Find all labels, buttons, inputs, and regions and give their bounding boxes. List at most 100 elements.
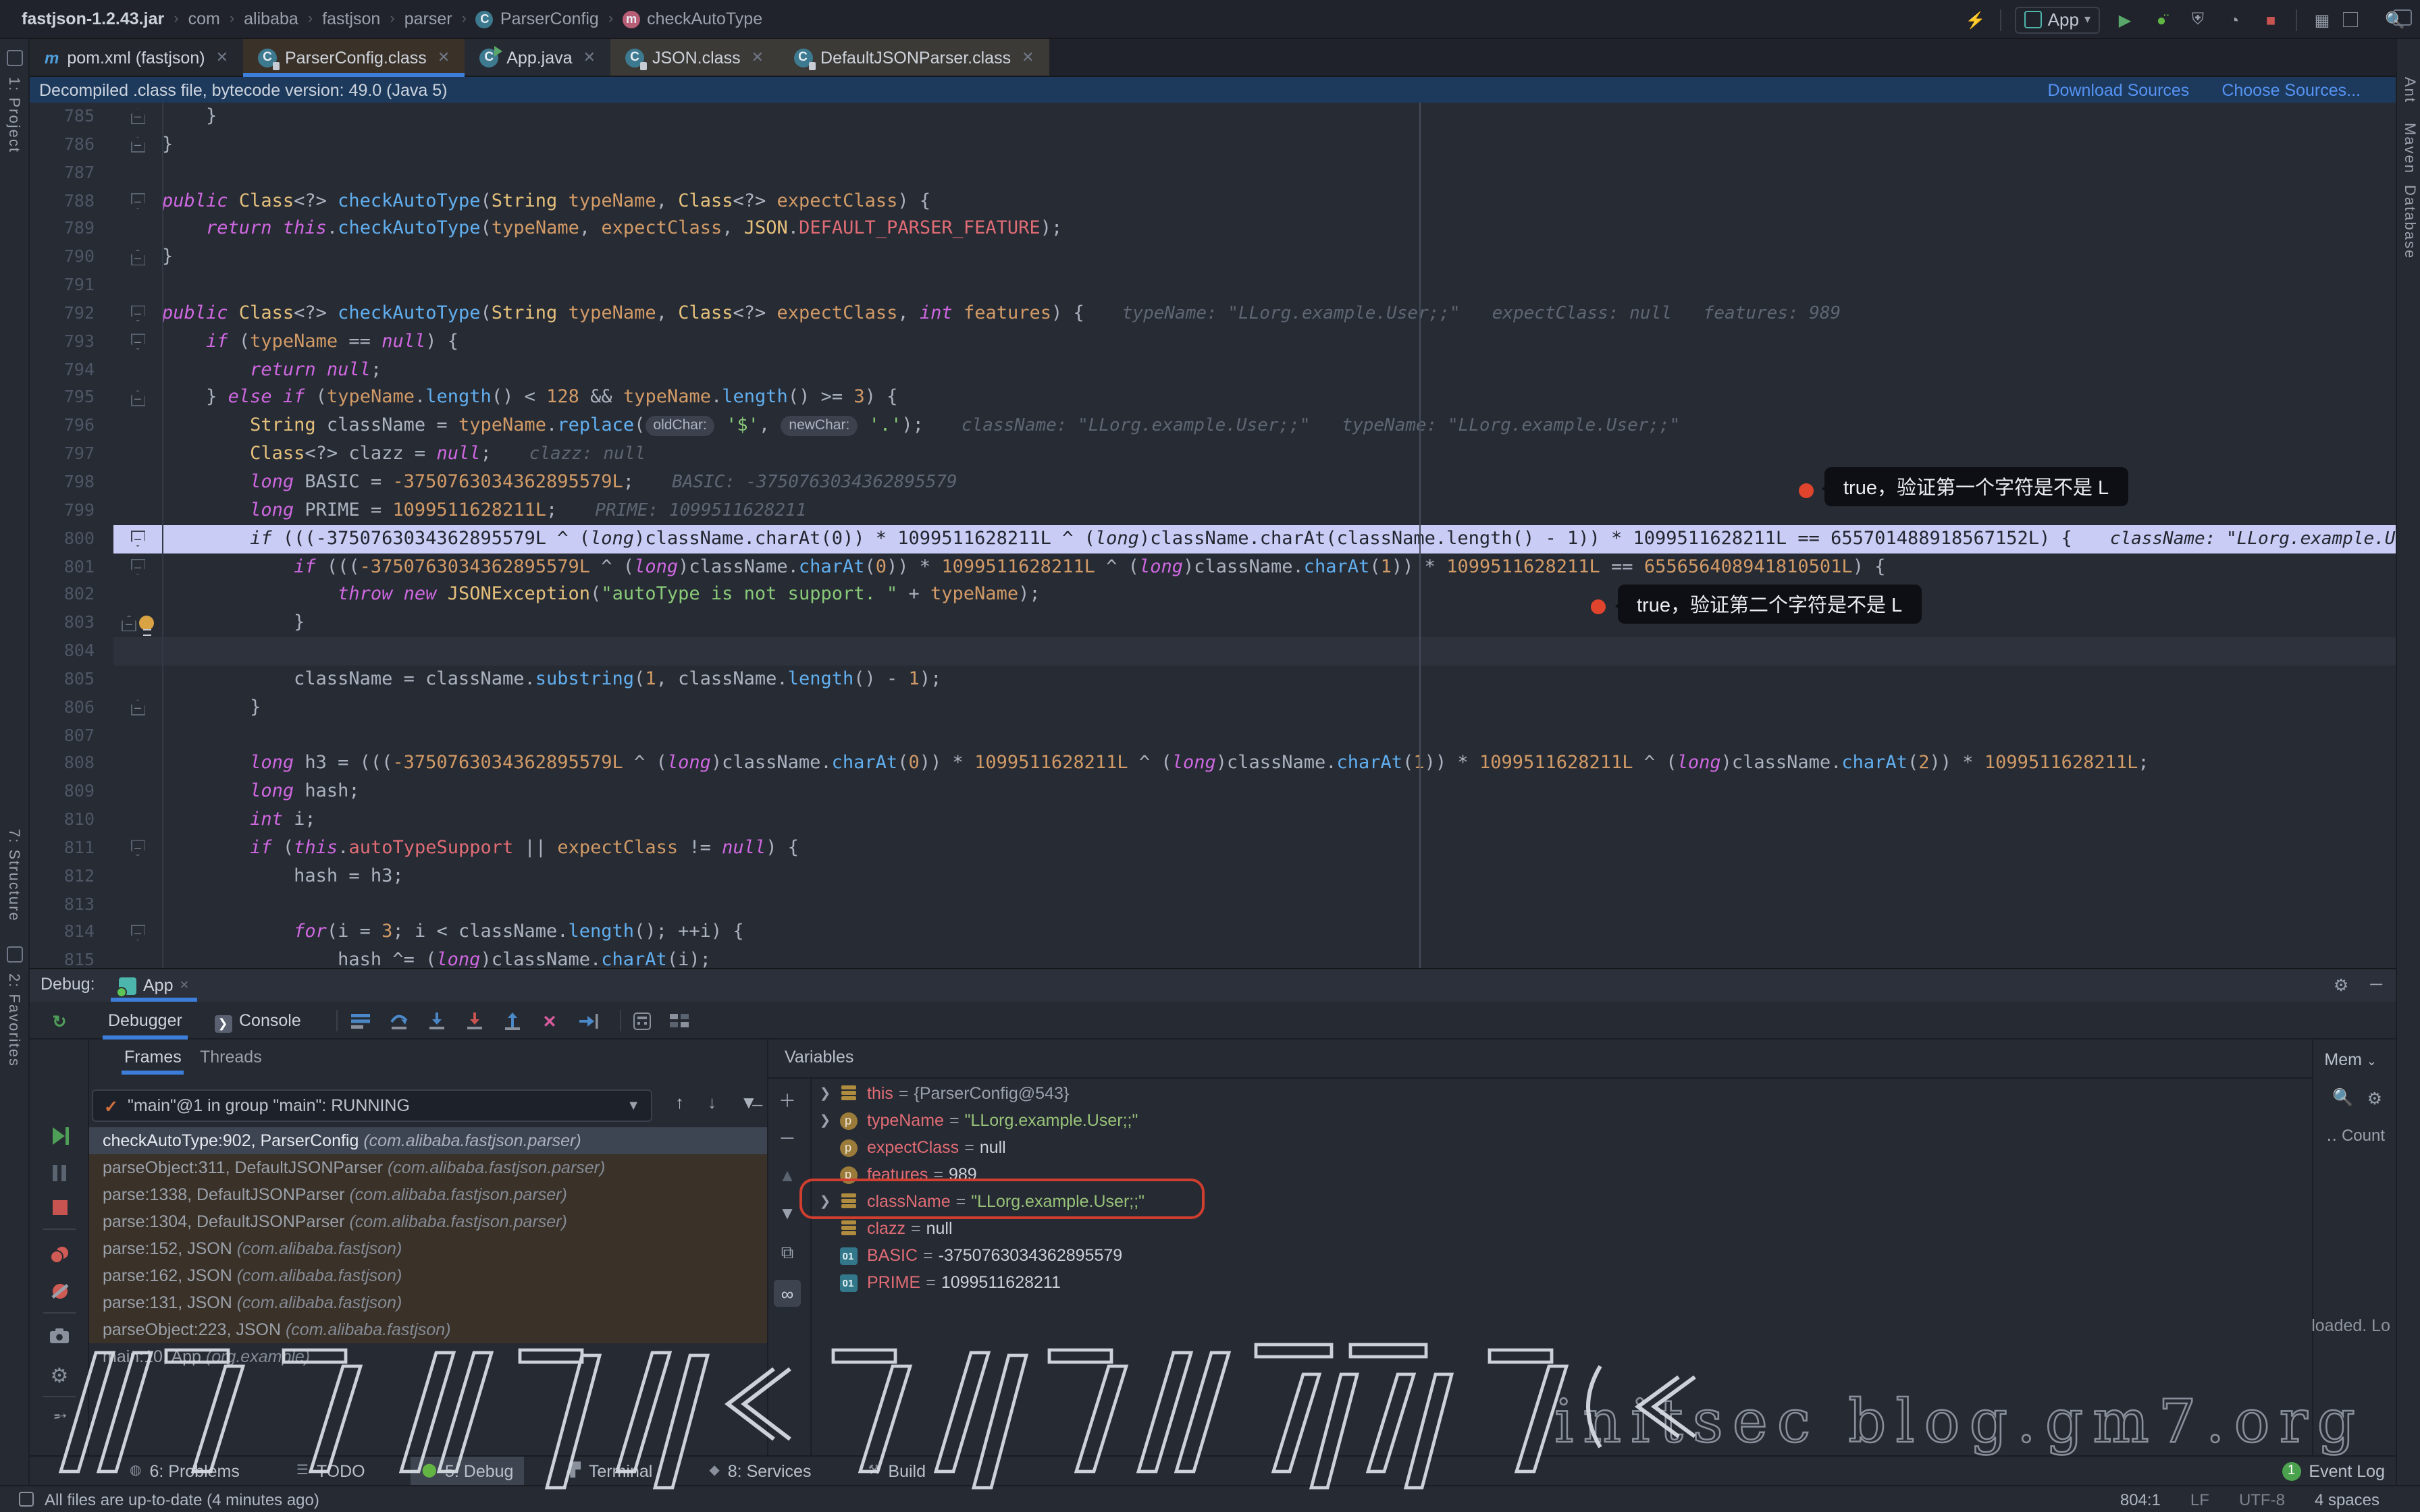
variable-row[interactable]: 01 PRIME= 1099511628211 [813, 1269, 2309, 1296]
close-icon[interactable]: ✕ [216, 49, 228, 66]
close-icon[interactable]: ✕ [583, 49, 596, 66]
line-number[interactable]: 812 [30, 863, 113, 891]
variable-row[interactable]: ❯ p typeName= "LLorg.example.User;;" [813, 1107, 2309, 1134]
indent-setting[interactable]: 4 spaces [2315, 1490, 2379, 1509]
step-over-icon[interactable] [386, 1008, 411, 1033]
resume-icon[interactable] [47, 1123, 72, 1148]
breadcrumb-item[interactable]: com [188, 9, 220, 28]
breadcrumb-item[interactable]: fastjson-1.2.43.jar [22, 9, 164, 28]
close-icon[interactable]: ✕ [438, 49, 450, 66]
fold-marker-icon[interactable]: – [130, 559, 145, 575]
run-config-selector[interactable]: App ▾ [2016, 6, 2100, 33]
line-number[interactable]: 799 [30, 497, 113, 525]
close-icon[interactable]: ✕ [1022, 49, 1034, 66]
line-number[interactable]: 792 [30, 300, 113, 328]
step-into-icon[interactable] [424, 1008, 448, 1033]
line-number[interactable]: 788 [30, 187, 113, 215]
layout-settings-icon[interactable] [667, 1008, 691, 1033]
status-icon[interactable] [19, 1492, 34, 1507]
build-wand-icon[interactable]: ⚡ [1964, 8, 1987, 31]
fold-marker-icon[interactable]: – [130, 306, 145, 322]
editor-tab[interactable]: CDefaultJSONParser.class✕ [779, 39, 1049, 76]
fold-marker-icon[interactable]: – [130, 390, 145, 406]
view-breakpoints-icon[interactable] [47, 1242, 72, 1266]
line-number[interactable]: 806 [30, 693, 113, 722]
monitor-icon[interactable]: ⃞ [2347, 8, 2370, 31]
line-number[interactable]: 803 [30, 609, 113, 637]
breadcrumb-item[interactable]: CParserConfig [476, 9, 599, 28]
tab-threads[interactable]: Threads [200, 1048, 262, 1066]
stack-frame-row[interactable]: parseObject:311, DefaultJSONParser (com.… [89, 1154, 767, 1181]
intention-bulb-icon[interactable] [139, 616, 154, 630]
caret-position[interactable]: 804:1 [2120, 1490, 2161, 1509]
line-number[interactable]: 813 [30, 890, 113, 919]
profiler-icon[interactable]: ◔ [2223, 8, 2246, 31]
stop-icon[interactable] [47, 1195, 72, 1219]
project-toolwindow-icon[interactable] [7, 50, 23, 66]
stack-frame-row[interactable]: parse:162, JSON (com.alibaba.fastjson) [89, 1262, 767, 1289]
line-number[interactable]: 811 [30, 834, 113, 863]
download-sources-link[interactable]: Download Sources [2047, 80, 2189, 99]
close-icon[interactable]: ✕ [752, 49, 764, 66]
line-number[interactable]: 786 [30, 131, 113, 159]
search-icon[interactable]: 🔍 [2332, 1088, 2353, 1108]
close-icon[interactable]: × [180, 977, 189, 994]
sidebar-item-database[interactable]: Database [2401, 185, 2417, 259]
rerun-icon[interactable]: ↻ [47, 1008, 72, 1033]
stack-frame-row[interactable]: parse:1338, DefaultJSONParser (com.aliba… [89, 1181, 767, 1208]
hide-tabs-icon[interactable] [2393, 9, 2412, 26]
line-number[interactable]: 785 [30, 103, 113, 131]
breadcrumb-item[interactable]: mcheckAutoType [623, 9, 762, 28]
debug-bug-icon[interactable]: ●̈ [2150, 8, 2173, 31]
coverage-icon[interactable]: ⛨ [2186, 8, 2209, 31]
breadcrumb-item[interactable]: parser [404, 9, 452, 28]
tab-frames[interactable]: Frames [124, 1048, 182, 1066]
gear-icon[interactable]: ⚙ [2367, 1088, 2382, 1108]
breadcrumb-item[interactable]: alibaba [244, 9, 298, 28]
event-log[interactable]: 1 Event Log [2282, 1461, 2385, 1480]
mute-breakpoints-icon[interactable] [47, 1278, 72, 1303]
file-encoding[interactable]: UTF-8 [2239, 1490, 2285, 1509]
move-down-icon[interactable]: ▼ [774, 1199, 801, 1226]
code-editor[interactable]: 785 – } 786 –} 787 788 –public Class<?> … [30, 103, 2396, 968]
line-number[interactable]: 809 [30, 778, 113, 807]
run-icon[interactable]: ▶ [2113, 8, 2136, 31]
thread-selector[interactable]: ✓ "main"@1 in group "main": RUNNING ▼ [92, 1089, 652, 1122]
show-execution-point-icon[interactable] [348, 1008, 373, 1033]
line-ending[interactable]: LF [2190, 1490, 2209, 1509]
minimize-icon[interactable]: ─ [2370, 975, 2382, 995]
line-number[interactable]: 807 [30, 722, 113, 750]
sidebar-item-structure[interactable]: 7: Structure [5, 829, 22, 922]
move-up-icon[interactable]: ▲ [774, 1161, 801, 1188]
fold-marker-icon[interactable]: – [130, 193, 145, 209]
fold-marker-icon[interactable]: – [130, 840, 145, 857]
expander-icon[interactable]: ❯ [813, 1086, 837, 1101]
line-number[interactable]: 815 [30, 947, 113, 968]
drop-frame-icon[interactable]: ✕ [537, 1008, 562, 1033]
expander-icon[interactable]: ❯ [813, 1113, 837, 1128]
line-number[interactable]: 802 [30, 581, 113, 610]
line-number[interactable]: 789 [30, 215, 113, 244]
frame-up-icon[interactable]: ↑ [675, 1092, 684, 1112]
variable-row[interactable]: clazz= null [813, 1215, 2309, 1242]
frames-filter-icon[interactable]: ▼̶ [740, 1092, 758, 1112]
sidebar-item-favorites[interactable]: 2: Favorites [5, 973, 22, 1067]
line-number[interactable]: 810 [30, 806, 113, 834]
line-number[interactable]: 793 [30, 328, 113, 356]
stack-frame-row[interactable]: checkAutoType:902, ParserConfig (com.ali… [89, 1127, 767, 1154]
stack-frame-row[interactable]: parse:152, JSON (com.alibaba.fastjson) [89, 1235, 767, 1262]
line-number[interactable]: 808 [30, 750, 113, 778]
toolwindow-boxes-icon[interactable]: ▦ [2311, 8, 2334, 31]
fold-marker-icon[interactable]: – [130, 531, 145, 547]
choose-sources-link[interactable]: Choose Sources... [2221, 80, 2361, 99]
copy-stack-icon[interactable]: ⧉ [774, 1239, 801, 1266]
line-number[interactable]: 790 [30, 243, 113, 271]
force-step-into-icon[interactable] [462, 1008, 486, 1033]
breadcrumb-item[interactable]: fastjson [322, 9, 380, 28]
gear-icon[interactable]: ⚙ [2334, 975, 2348, 995]
line-number[interactable]: 795 [30, 384, 113, 412]
line-number[interactable]: 798 [30, 468, 113, 497]
watches-glasses-icon[interactable]: ∞ [774, 1280, 801, 1307]
variable-row[interactable]: ❯ this= {ParserConfig@543} [813, 1080, 2309, 1107]
line-number[interactable]: 801 [30, 553, 113, 581]
